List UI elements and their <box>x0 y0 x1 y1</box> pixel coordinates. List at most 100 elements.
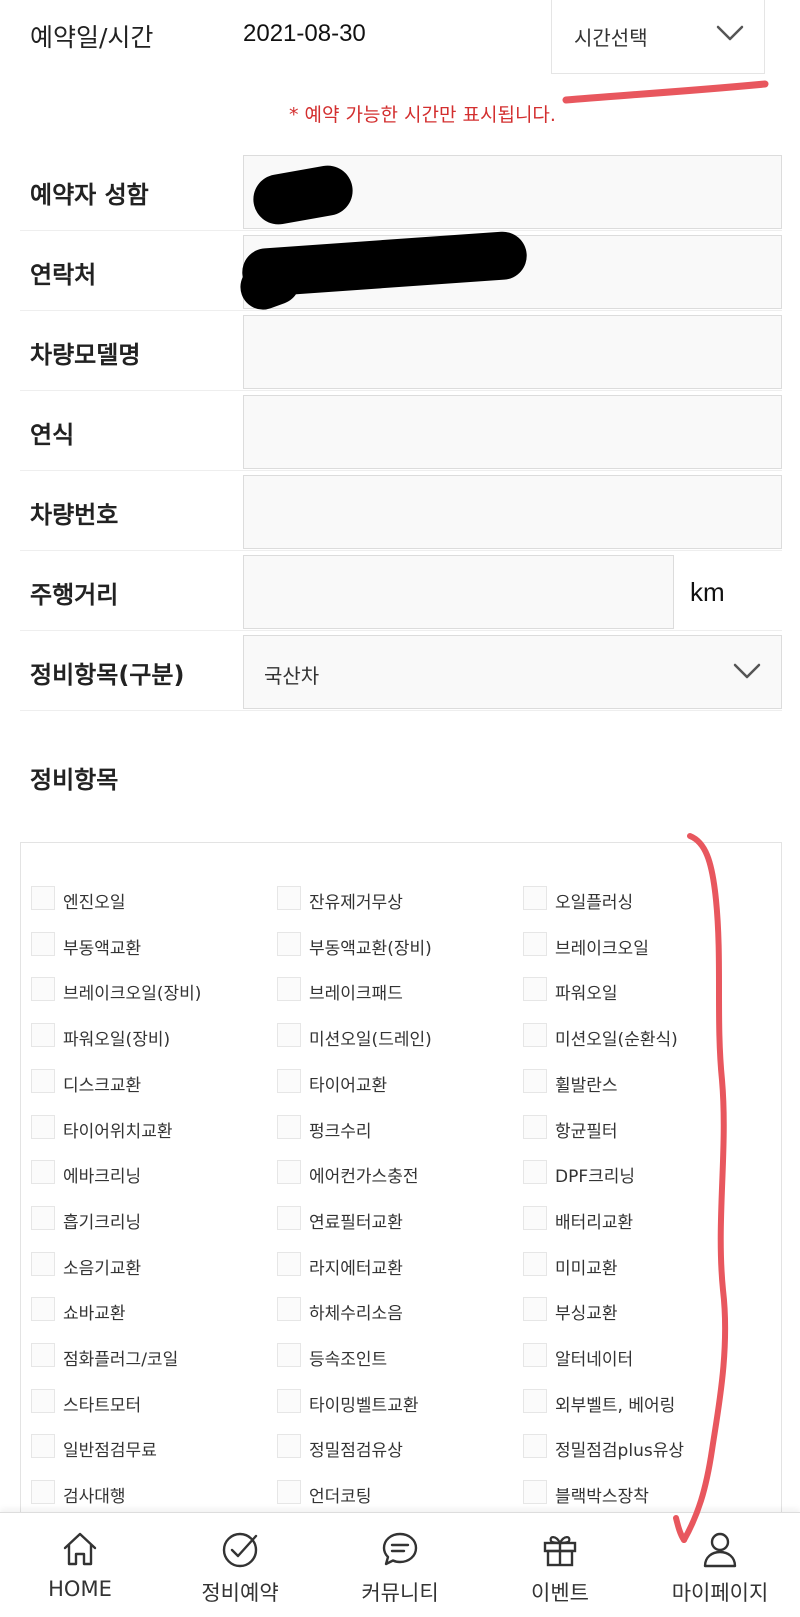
service-item-checkbox[interactable] <box>31 1434 55 1459</box>
mileage-row: 주행거리 km <box>20 553 782 631</box>
service-item[interactable]: 하체수리소음 <box>277 1296 517 1326</box>
service-item[interactable]: 외부벨트, 베어링 <box>523 1388 763 1418</box>
service-item[interactable]: 타이밍벨트교환 <box>277 1388 517 1418</box>
service-item[interactable]: 점화플러그/코일 <box>31 1342 271 1372</box>
tab-community[interactable]: 커뮤니티 <box>320 1513 480 1617</box>
service-item[interactable]: 부동액교환(장비) <box>277 931 517 961</box>
service-item[interactable]: 파워오일 <box>523 976 763 1006</box>
mileage-input[interactable] <box>243 555 674 629</box>
service-item[interactable]: 쇼바교환 <box>31 1296 271 1326</box>
service-item-checkbox[interactable] <box>523 1480 547 1505</box>
service-item-checkbox[interactable] <box>277 1251 301 1276</box>
service-item-checkbox[interactable] <box>31 1297 55 1322</box>
service-item-checkbox[interactable] <box>523 1251 547 1276</box>
service-item[interactable]: 일반점검무료 <box>31 1433 271 1463</box>
service-item[interactable]: 소음기교환 <box>31 1251 271 1281</box>
service-item-checkbox[interactable] <box>523 1023 547 1048</box>
tab-mypage[interactable]: 마이페이지 <box>640 1513 800 1617</box>
service-item-checkbox[interactable] <box>523 977 547 1002</box>
service-item-checkbox[interactable] <box>523 931 547 956</box>
service-item[interactable]: 알터네이터 <box>523 1342 763 1372</box>
service-item[interactable]: 미션오일(순환식) <box>523 1022 763 1052</box>
service-item[interactable]: 파워오일(장비) <box>31 1022 271 1052</box>
service-item-label: 정밀점검유상 <box>309 1441 403 1462</box>
service-item-checkbox[interactable] <box>523 1068 547 1093</box>
date-value[interactable]: 2021-08-30 <box>243 20 366 48</box>
service-item-checkbox[interactable] <box>523 886 547 910</box>
service-item-checkbox[interactable] <box>523 1297 547 1322</box>
tab-reserve[interactable]: 정비예약 <box>160 1513 320 1617</box>
service-item[interactable]: 타이어교환 <box>277 1068 517 1098</box>
service-item-checkbox[interactable] <box>277 1297 301 1322</box>
service-item[interactable]: 브레이크패드 <box>277 976 517 1006</box>
service-item[interactable]: 검사대행 <box>31 1479 271 1509</box>
service-item[interactable]: 라지에터교환 <box>277 1251 517 1281</box>
service-item-checkbox[interactable] <box>277 1205 301 1230</box>
service-item-checkbox[interactable] <box>31 1480 55 1505</box>
service-item-checkbox[interactable] <box>277 931 301 956</box>
service-item-checkbox[interactable] <box>277 1434 301 1459</box>
service-item[interactable]: 오일플러싱 <box>523 885 763 915</box>
name-label: 예약자 성함 <box>30 181 149 209</box>
category-select-dropdown[interactable]: 국산차 <box>243 635 782 709</box>
service-item-checkbox[interactable] <box>31 1023 55 1048</box>
service-item[interactable]: 브레이크오일(장비) <box>31 976 271 1006</box>
service-item[interactable]: 연료필터교환 <box>277 1205 517 1235</box>
service-item-checkbox[interactable] <box>31 1068 55 1093</box>
service-item[interactable]: 블랙박스장착 <box>523 1479 763 1509</box>
service-item-checkbox[interactable] <box>31 1114 55 1139</box>
tab-home[interactable]: HOME <box>0 1513 160 1617</box>
service-item[interactable]: 브레이크오일 <box>523 931 763 961</box>
service-item-checkbox[interactable] <box>277 1114 301 1139</box>
service-item[interactable]: 타이어위치교환 <box>31 1114 271 1144</box>
model-input[interactable] <box>243 315 782 389</box>
service-item[interactable]: 휠발란스 <box>523 1068 763 1098</box>
service-item[interactable]: 항균필터 <box>523 1114 763 1144</box>
service-item[interactable]: DPF크리닝 <box>523 1159 763 1189</box>
year-input[interactable] <box>243 395 782 469</box>
service-item-checkbox[interactable] <box>277 1388 301 1413</box>
service-item-checkbox[interactable] <box>31 931 55 956</box>
service-item-checkbox[interactable] <box>277 886 301 910</box>
service-item[interactable]: 펑크수리 <box>277 1114 517 1144</box>
service-item[interactable]: 미미교환 <box>523 1251 763 1281</box>
service-item-checkbox[interactable] <box>523 1205 547 1230</box>
service-item[interactable]: 부동액교환 <box>31 931 271 961</box>
service-item-checkbox[interactable] <box>31 1160 55 1185</box>
service-item-checkbox[interactable] <box>523 1160 547 1185</box>
service-item[interactable]: 엔진오일 <box>31 885 271 915</box>
service-item-checkbox[interactable] <box>31 1343 55 1367</box>
service-item[interactable]: 부싱교환 <box>523 1296 763 1326</box>
service-item[interactable]: 에어컨가스충전 <box>277 1159 517 1189</box>
service-item[interactable]: 디스크교환 <box>31 1068 271 1098</box>
time-select-dropdown[interactable]: 시간선택 <box>551 0 765 74</box>
service-item-checkbox[interactable] <box>277 1068 301 1093</box>
service-item[interactable]: 정밀점검plus유상 <box>523 1433 763 1463</box>
service-item-checkbox[interactable] <box>277 1343 301 1367</box>
service-item-checkbox[interactable] <box>31 886 55 910</box>
service-item[interactable]: 배터리교환 <box>523 1205 763 1235</box>
service-item-checkbox[interactable] <box>523 1434 547 1459</box>
service-item-checkbox[interactable] <box>277 1480 301 1505</box>
service-item[interactable]: 흡기크리닝 <box>31 1205 271 1235</box>
service-item[interactable]: 스타트모터 <box>31 1388 271 1418</box>
service-item[interactable]: 미션오일(드레인) <box>277 1022 517 1052</box>
service-item[interactable]: 등속조인트 <box>277 1342 517 1372</box>
service-item[interactable]: 잔유제거무상 <box>277 885 517 915</box>
plate-input[interactable] <box>243 475 782 549</box>
service-item[interactable]: 정밀점검유상 <box>277 1433 517 1463</box>
service-item-label: 점화플러그/코일 <box>63 1350 179 1370</box>
service-item-checkbox[interactable] <box>31 1205 55 1230</box>
service-item-checkbox[interactable] <box>277 977 301 1002</box>
service-item-checkbox[interactable] <box>277 1160 301 1185</box>
service-item-checkbox[interactable] <box>31 1251 55 1276</box>
service-item-checkbox[interactable] <box>523 1114 547 1139</box>
service-item-checkbox[interactable] <box>523 1388 547 1413</box>
service-item[interactable]: 언더코팅 <box>277 1479 517 1509</box>
tab-event[interactable]: 이벤트 <box>480 1513 640 1617</box>
service-item-checkbox[interactable] <box>523 1343 547 1367</box>
service-item[interactable]: 에바크리닝 <box>31 1159 271 1189</box>
service-item-checkbox[interactable] <box>31 977 55 1002</box>
service-item-checkbox[interactable] <box>277 1023 301 1048</box>
service-item-checkbox[interactable] <box>31 1388 55 1413</box>
